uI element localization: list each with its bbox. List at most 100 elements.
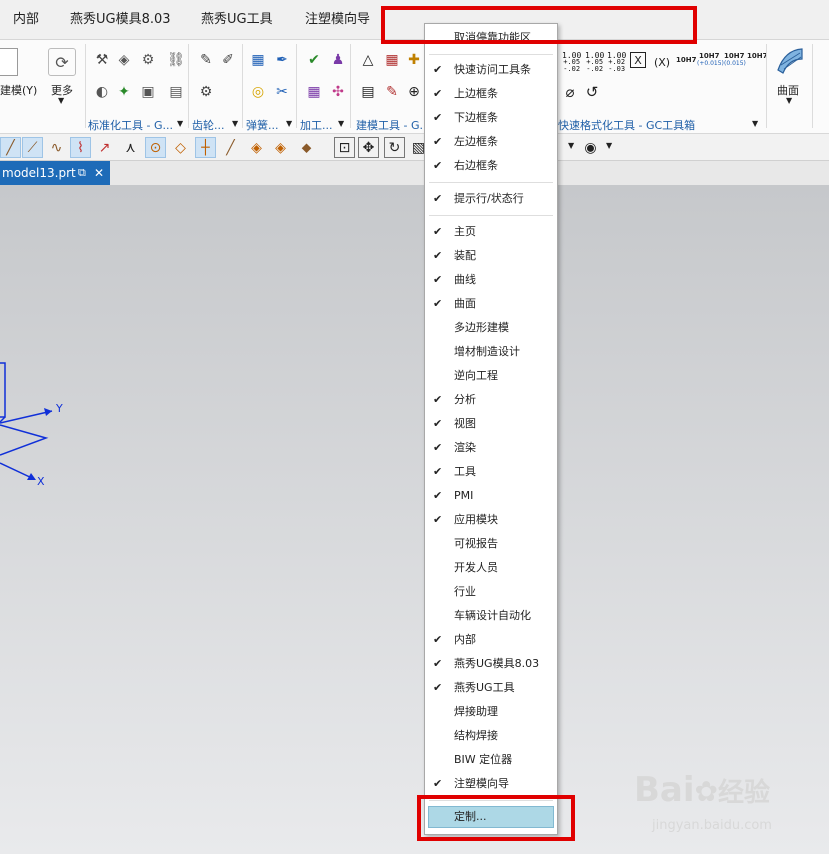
tolerance-button-3[interactable]: 1.00 +.02 -.03 <box>607 52 626 73</box>
tool-icon[interactable]: ✂ <box>272 82 292 102</box>
display-icon[interactable]: ◉ <box>580 137 601 158</box>
graphics-window[interactable]: Y X <box>0 185 829 854</box>
close-icon[interactable]: ✕ <box>94 161 104 185</box>
tab-yanxiu-tools[interactable]: 燕秀UG工具 <box>201 0 273 40</box>
spline-icon[interactable]: ↗ <box>94 137 115 158</box>
menu-item-top-border[interactable]: ✔ 上边框条 <box>425 82 557 106</box>
gear-tool-icon[interactable]: ✎ <box>196 50 216 70</box>
measure-icon[interactable]: ⊕ <box>404 82 424 102</box>
menu-item-quick-access[interactable]: ✔ 快速访问工具条 <box>425 58 557 82</box>
group-label-modeling[interactable]: 建模工具 - G... <box>356 117 430 133</box>
menu-item-visual-report[interactable]: 可视报告 <box>425 532 557 556</box>
dropdown-icon[interactable]: ▼ <box>606 141 612 150</box>
file-tab[interactable]: model13.prt ⧉ ✕ <box>0 161 110 185</box>
center-icon[interactable]: ⊙ <box>145 137 166 158</box>
surface-dropdown-icon[interactable]: ▼ <box>786 96 792 105</box>
move-icon[interactable]: ✥ <box>358 137 379 158</box>
group-expand-icon[interactable]: ▼ <box>232 119 238 128</box>
surface-icon[interactable] <box>775 45 805 75</box>
tolerance-button-1[interactable]: 1.00 +.05 -.02 <box>562 52 581 73</box>
menu-item-developer[interactable]: 开发人员 <box>425 556 557 580</box>
link-icon[interactable]: ⛓ <box>166 50 186 70</box>
build-label[interactable]: 建模(Y) <box>0 82 37 98</box>
popout-icon[interactable]: ⧉ <box>78 161 86 185</box>
brush-icon[interactable]: ✎ <box>382 82 402 102</box>
polyline-icon[interactable]: ⌇ <box>70 137 91 158</box>
menu-item-left-border[interactable]: ✔ 左边框条 <box>425 130 557 154</box>
group-expand-icon[interactable]: ▼ <box>286 119 292 128</box>
group-label-gear[interactable]: 齿轮... <box>192 117 225 133</box>
std-tool-3-icon[interactable]: ✦ <box>114 82 134 102</box>
cube-icon[interactable]: ▣ <box>138 82 158 102</box>
face-point-icon[interactable]: ◈ <box>270 137 291 158</box>
menu-item-view[interactable]: ✔ 视图 <box>425 412 557 436</box>
menu-item-curve[interactable]: ✔ 曲线 <box>425 268 557 292</box>
menu-item-status-line[interactable]: ✔ 提示行/状态行 <box>425 187 557 211</box>
triad-icon[interactable]: ✣ <box>328 82 348 102</box>
tolerance-button-2[interactable]: 1.00 +.05 -.02 <box>585 52 604 73</box>
arc-line-icon[interactable]: ⟋ <box>22 137 43 158</box>
layers-icon[interactable]: ◈ <box>114 50 134 70</box>
menu-item-industry[interactable]: 行业 <box>425 580 557 604</box>
menu-item-structure-weld[interactable]: 结构焊接 <box>425 724 557 748</box>
fit-button-3[interactable]: 10H7 <box>724 52 744 60</box>
cross-icon[interactable]: ┼ <box>195 137 216 158</box>
spring-icon[interactable]: ▦ <box>248 50 268 70</box>
menu-item-yanxiu-tools[interactable]: ✔ 燕秀UG工具 <box>425 676 557 700</box>
clipboard-icon[interactable]: ▤ <box>166 82 186 102</box>
fit-button-4[interactable]: 10H7 <box>747 52 767 60</box>
group-expand-icon[interactable]: ▼ <box>752 119 758 128</box>
curve-icon[interactable]: ∿ <box>46 137 67 158</box>
menu-item-biw-locator[interactable]: BIW 定位器 <box>425 748 557 772</box>
pen-icon[interactable]: ✒ <box>272 50 292 70</box>
machine-icon[interactable]: ♟ <box>328 50 348 70</box>
gear-tool-3-icon[interactable]: ⚙ <box>196 82 216 102</box>
box-x-icon[interactable]: X <box>630 52 646 68</box>
menu-item-render[interactable]: ✔ 渲染 <box>425 436 557 460</box>
tab-mold-wizard[interactable]: 注塑模向导 <box>305 0 370 40</box>
menu-item-tools[interactable]: ✔ 工具 <box>425 460 557 484</box>
group-label-standardization[interactable]: 标准化工具 - G... <box>88 117 173 133</box>
refresh-icon[interactable]: ⟳ <box>48 48 76 76</box>
menu-item-right-border[interactable]: ✔ 右边框条 <box>425 154 557 178</box>
face-icon[interactable]: ◈ <box>246 137 267 158</box>
menu-item-mold-wizard[interactable]: ✔ 注塑模向导 <box>425 772 557 796</box>
bounded-icon[interactable]: ⬥ <box>296 137 317 158</box>
fit-button-2[interactable]: 10H7 <box>699 52 719 60</box>
menu-item-reverse-engineering[interactable]: 逆向工程 <box>425 364 557 388</box>
paren-x-icon[interactable]: (X) <box>652 52 672 72</box>
group-expand-icon[interactable]: ▼ <box>177 119 183 128</box>
rotate-view-icon[interactable]: ↻ <box>384 137 405 158</box>
tangent-icon[interactable]: ╱ <box>220 137 241 158</box>
menu-item-surface[interactable]: ✔ 曲面 <box>425 292 557 316</box>
table-icon[interactable]: ▦ <box>382 50 402 70</box>
gear-block-icon[interactable]: ⚙ <box>138 50 158 70</box>
menu-item-polygon-modeling[interactable]: 多边形建模 <box>425 316 557 340</box>
rotate-icon[interactable]: ↺ <box>582 82 602 102</box>
fit-button-1[interactable]: 10H7 <box>676 56 696 64</box>
group-label-spring[interactable]: 弹簧... <box>246 117 279 133</box>
sketch-box-icon[interactable] <box>0 48 18 76</box>
group-label-gc-format[interactable]: 快速格式化工具 - GC工具箱 <box>558 117 695 133</box>
more-dropdown-icon[interactable]: ▼ <box>58 96 64 105</box>
snap-icon[interactable]: ⊡ <box>334 137 355 158</box>
group-expand-icon[interactable]: ▼ <box>338 119 344 128</box>
grid-icon[interactable]: ▦ <box>304 82 324 102</box>
quadrant-icon[interactable]: ◇ <box>170 137 191 158</box>
diameter-icon[interactable]: ⌀ <box>560 82 580 102</box>
menu-item-home[interactable]: ✔ 主页 <box>425 220 557 244</box>
menu-item-weld-assistant[interactable]: 焊接助理 <box>425 700 557 724</box>
tab-internal[interactable]: 内部 <box>13 0 39 40</box>
document-icon[interactable]: ▤ <box>358 82 378 102</box>
line-icon[interactable]: ╱ <box>0 137 21 158</box>
menu-item-assembly[interactable]: ✔ 装配 <box>425 244 557 268</box>
gear-tool-2-icon[interactable]: ✐ <box>218 50 238 70</box>
menu-item-yanxiu-mold[interactable]: ✔ 燕秀UG模具8.03 <box>425 652 557 676</box>
intersect-icon[interactable]: ⋏ <box>120 137 141 158</box>
coil-icon[interactable]: ◎ <box>248 82 268 102</box>
menu-item-vehicle-design[interactable]: 车辆设计自动化 <box>425 604 557 628</box>
menu-item-bottom-border[interactable]: ✔ 下边框条 <box>425 106 557 130</box>
menu-item-pmi[interactable]: ✔ PMI <box>425 484 557 508</box>
group-label-machining[interactable]: 加工... <box>300 117 333 133</box>
tab-yanxiu-mold[interactable]: 燕秀UG模具8.03 <box>70 0 171 40</box>
